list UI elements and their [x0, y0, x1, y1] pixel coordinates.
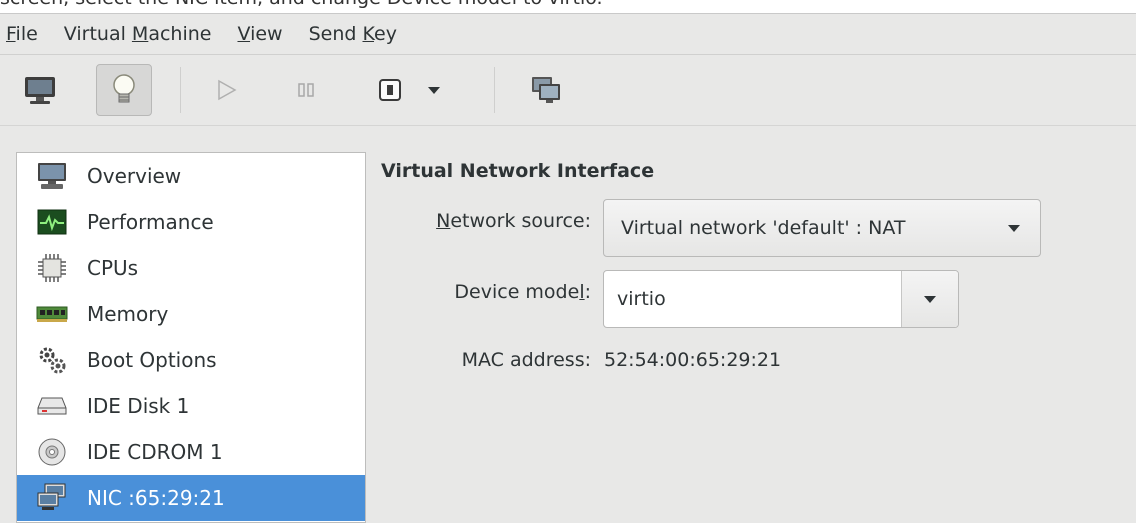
fullscreen-screens-icon [532, 77, 560, 103]
network-icon [35, 481, 69, 515]
sidebar-item-ide-cdrom-1[interactable]: IDE CDROM 1 [17, 429, 365, 475]
device-model-label-post: : [584, 281, 591, 303]
sidebar-item-ide-disk-1[interactable]: IDE Disk 1 [17, 383, 365, 429]
chevron-down-icon [924, 295, 936, 303]
sidebar-item-boot-options[interactable]: Boot Options [17, 337, 365, 383]
monitor-icon [35, 159, 69, 193]
sidebar-item-performance[interactable]: Performance [17, 199, 365, 245]
sidebar-item-cpus[interactable]: CPUs [17, 245, 365, 291]
menu-vm-label-post: achine [148, 23, 212, 45]
menu-sendkey-mnemonic: K [362, 23, 375, 45]
pause-icon [298, 83, 314, 97]
menu-virtual-machine[interactable]: Virtual Machine [51, 14, 225, 54]
device-model-combobox[interactable]: virtio [603, 270, 959, 328]
memory-module-icon [35, 297, 69, 331]
menu-view-mnemonic: V [237, 23, 251, 45]
menu-view-label: iew [250, 23, 283, 45]
toolbar-separator [494, 67, 495, 113]
menu-sendkey-label-pre: Send [308, 23, 363, 45]
vm-details-window: File Virtual Machine View Send Key Overv… [0, 13, 1136, 523]
network-source-label: Network source: [381, 210, 591, 232]
menu-sendkey-label-post: ey [374, 23, 397, 45]
menu-vm-label-pre: Virtual [63, 23, 132, 45]
menu-file[interactable]: File [0, 14, 51, 54]
menu-send-key[interactable]: Send Key [296, 14, 410, 54]
sidebar-item-label: NIC :65:29:21 [87, 486, 225, 510]
section-title: Virtual Network Interface [381, 160, 655, 182]
menu-file-label: ile [15, 23, 38, 45]
sidebar-item-memory[interactable]: Memory [17, 291, 365, 337]
show-details-button[interactable] [96, 64, 152, 116]
fullscreen-button[interactable] [518, 64, 574, 116]
sidebar-item-nic[interactable]: NIC :65:29:21 [17, 475, 365, 521]
performance-graph-icon [35, 205, 69, 239]
menubar: File Virtual Machine View Send Key [0, 14, 1136, 55]
power-off-icon [379, 79, 401, 101]
shutdown-menu-button[interactable] [411, 64, 457, 116]
device-model-dropdown-button[interactable] [901, 271, 958, 327]
sidebar-item-label: Overview [87, 164, 182, 188]
mac-address-value: 52:54:00:65:29:21 [604, 349, 782, 371]
sidebar-item-overview[interactable]: Overview [17, 153, 365, 199]
chevron-down-icon [428, 86, 440, 94]
show-console-button[interactable] [12, 64, 68, 116]
menu-vm-mnemonic: M [131, 23, 149, 45]
network-source-label-text: etwork source: [450, 210, 591, 232]
sidebar-item-label: IDE CDROM 1 [87, 440, 223, 464]
network-source-value: Virtual network 'default' : NAT [621, 217, 906, 239]
shutdown-button[interactable] [362, 64, 418, 116]
instruction-caption: screen, select the NIC item, and change … [0, 0, 1136, 13]
menu-view[interactable]: View [224, 14, 295, 54]
network-source-mnemonic: N [436, 210, 451, 232]
run-button[interactable] [198, 64, 254, 116]
pause-button[interactable] [278, 64, 334, 116]
device-model-entry[interactable]: virtio [604, 271, 901, 327]
cdrom-icon [35, 435, 69, 469]
cpu-chip-icon [35, 251, 69, 285]
chevron-down-icon [1008, 224, 1020, 232]
sidebar-item-label: Memory [87, 302, 169, 326]
hard-disk-icon [35, 389, 69, 423]
lightbulb-icon [113, 74, 135, 103]
play-icon [218, 79, 237, 101]
toolbar [0, 55, 1136, 126]
hardware-list: Overview Performance CPUs Memory Boot Op… [16, 152, 366, 523]
menu-file-mnemonic: F [6, 23, 16, 45]
gears-icon [35, 343, 69, 377]
monitor-icon [25, 77, 55, 104]
sidebar-item-label: CPUs [87, 256, 139, 280]
mac-address-label: MAC address: [461, 349, 591, 371]
network-source-dropdown[interactable]: Virtual network 'default' : NAT [603, 199, 1041, 257]
sidebar-item-label: Boot Options [87, 348, 217, 372]
sidebar-item-label: Performance [87, 210, 214, 234]
sidebar-item-label: IDE Disk 1 [87, 394, 190, 418]
toolbar-separator [180, 67, 181, 113]
device-model-label: Device model: [381, 281, 591, 303]
device-model-label-pre: Device mode [454, 281, 580, 303]
